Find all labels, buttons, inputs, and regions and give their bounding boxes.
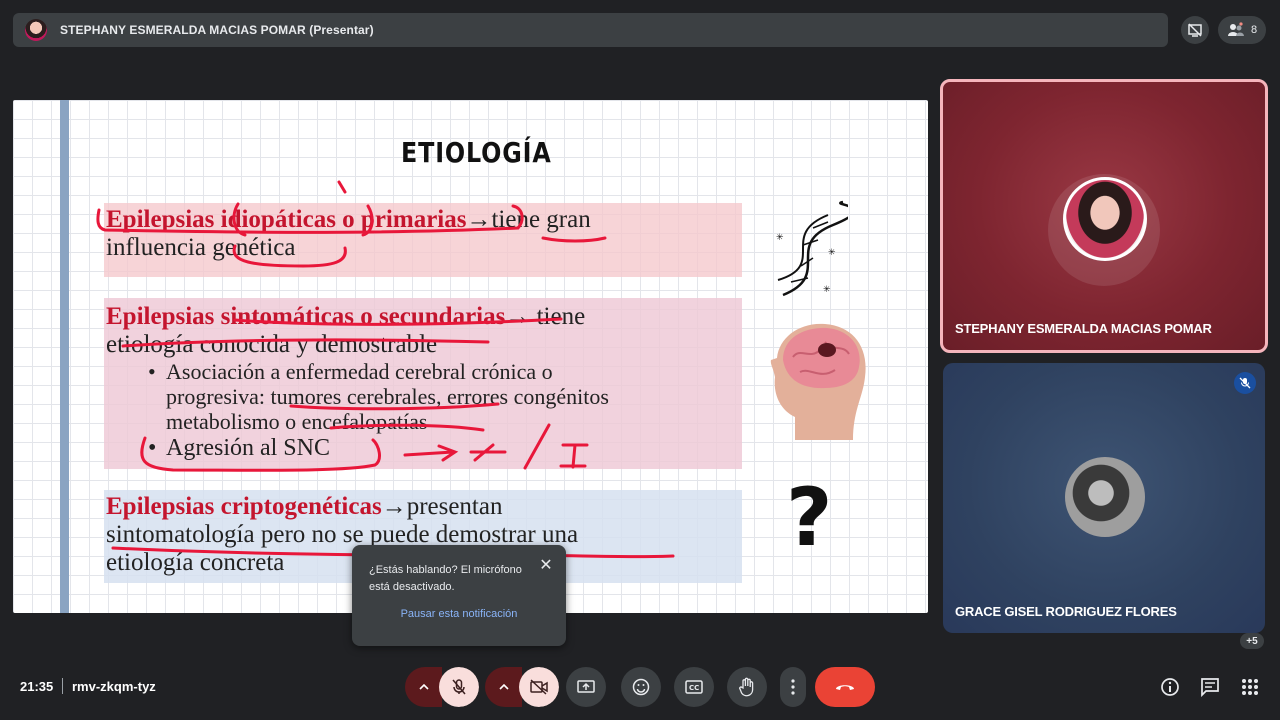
participant-count: 8 xyxy=(1250,24,1258,36)
pause-notification-link[interactable]: Pausar esta notificación xyxy=(352,608,566,620)
bullet1-line1: Asociación a enfermedad cerebral crónica… xyxy=(166,359,553,384)
camera-toggle-button[interactable] xyxy=(519,667,559,707)
sintomaticas-heading: Epilepsias sintomáticas o secundarias xyxy=(106,303,506,330)
captions-button[interactable]: CC xyxy=(674,667,714,707)
chevron-up-icon xyxy=(418,684,429,690)
bullet1-line3: metabolismo o encefalopatías xyxy=(166,409,428,434)
criptogeneticas-heading: Epilepsias criptogenéticas xyxy=(106,493,382,520)
idiopaticas-heading: Epilepsias idiopáticas o primarias xyxy=(106,206,467,233)
section-idiopaticas-text: Epilepsias idiopáticas o primarias→tiene… xyxy=(106,206,591,262)
idiopaticas-line2: influencia genética xyxy=(106,234,296,261)
chat-button[interactable] xyxy=(1199,676,1221,698)
audio-options-button[interactable] xyxy=(405,667,442,707)
sintomaticas-line1: → tiene xyxy=(505,303,586,330)
divider xyxy=(62,678,63,694)
mic-off-icon xyxy=(1234,372,1256,394)
more-options-button[interactable] xyxy=(780,667,806,707)
notification-message: ¿Estás hablando? El micrófono está desac… xyxy=(369,564,522,593)
brain-head-icon xyxy=(770,323,866,440)
bullet-asociacion: • Asociación a enfermedad cerebral crónic… xyxy=(148,359,609,434)
present-screen-button[interactable] xyxy=(566,667,606,707)
participant-name: STEPHANY ESMERALDA MACIAS POMAR xyxy=(955,321,1212,336)
presenter-title: STEPHANY ESMERALDA MACIAS POMAR (Present… xyxy=(60,23,374,37)
idiopaticas-line1: →tiene gran xyxy=(466,206,591,233)
chevron-up-icon xyxy=(498,684,509,690)
video-options-button[interactable] xyxy=(485,667,522,707)
criptogeneticas-line1: →presentan xyxy=(381,493,503,520)
meeting-code: rmv-zkqm-tyz xyxy=(72,679,156,694)
bullet-agresion: • Agresión al SNC xyxy=(148,435,330,461)
mic-muted-notification: ¿Estás hablando? El micrófono está desac… xyxy=(352,545,566,646)
bullet2-text: Agresión al SNC xyxy=(166,435,330,461)
meeting-details-button[interactable] xyxy=(1159,676,1181,698)
dna-icon: ✳ ✳ ✳ xyxy=(776,200,848,297)
present-icon xyxy=(577,680,595,693)
slide-title: ETIOLOGÍA xyxy=(401,136,552,169)
presentation-off-icon xyxy=(1188,23,1202,37)
clock: 21:35 xyxy=(20,679,54,694)
raise-hand-button[interactable] xyxy=(727,667,767,707)
presentation-slide: ETIOLOGÍA Epilepsias idiopáticas o prima… xyxy=(13,100,928,613)
avatar xyxy=(1063,177,1147,261)
participants-button[interactable]: 8 xyxy=(1218,16,1266,44)
info-icon xyxy=(1161,678,1179,696)
camera-off-icon xyxy=(530,679,548,695)
svg-text:CC: CC xyxy=(689,684,699,692)
svg-text:✳: ✳ xyxy=(828,247,836,257)
apps-grid-icon xyxy=(1242,679,1258,695)
captions-icon: CC xyxy=(685,680,703,694)
svg-text:✳: ✳ xyxy=(823,284,831,294)
avatar xyxy=(1065,457,1145,537)
mic-toggle-button[interactable] xyxy=(439,667,479,707)
slide-accent-bar xyxy=(60,100,69,613)
bullet1-line2: progresiva: tumores cerebrales, errores … xyxy=(166,384,609,409)
presenter-avatar xyxy=(25,19,47,41)
hang-up-icon xyxy=(836,685,854,690)
more-vert-icon xyxy=(791,679,795,695)
more-participants-badge[interactable]: +5 xyxy=(1240,633,1264,649)
participant-tile-grace[interactable]: GRACE GISEL RODRIGUEZ FLORES xyxy=(943,363,1265,633)
activities-button[interactable] xyxy=(1239,676,1261,698)
hide-presentation-button[interactable] xyxy=(1181,16,1209,44)
camera-control xyxy=(485,667,559,707)
presenter-bar: STEPHANY ESMERALDA MACIAS POMAR (Present… xyxy=(13,13,1168,47)
mic-off-icon xyxy=(452,679,466,695)
section-sintomaticas-text: Epilepsias sintomáticas o secundarias→ t… xyxy=(106,303,585,359)
emoji-icon xyxy=(632,678,650,696)
reactions-button[interactable] xyxy=(621,667,661,707)
svg-text:✳: ✳ xyxy=(776,232,784,242)
participant-name: GRACE GISEL RODRIGUEZ FLORES xyxy=(955,604,1177,619)
leave-call-button[interactable] xyxy=(815,667,875,707)
close-icon[interactable]: ✕ xyxy=(536,555,556,575)
participant-tile-stephany[interactable]: STEPHANY ESMERALDA MACIAS POMAR xyxy=(940,79,1268,353)
people-icon xyxy=(1227,22,1244,36)
question-mark-icon: ? xyxy=(786,471,833,564)
microphone-control xyxy=(405,667,479,707)
hand-icon xyxy=(739,677,754,697)
chat-icon xyxy=(1201,678,1219,697)
sintomaticas-line2: etiología conocida y demostrable xyxy=(106,331,438,358)
